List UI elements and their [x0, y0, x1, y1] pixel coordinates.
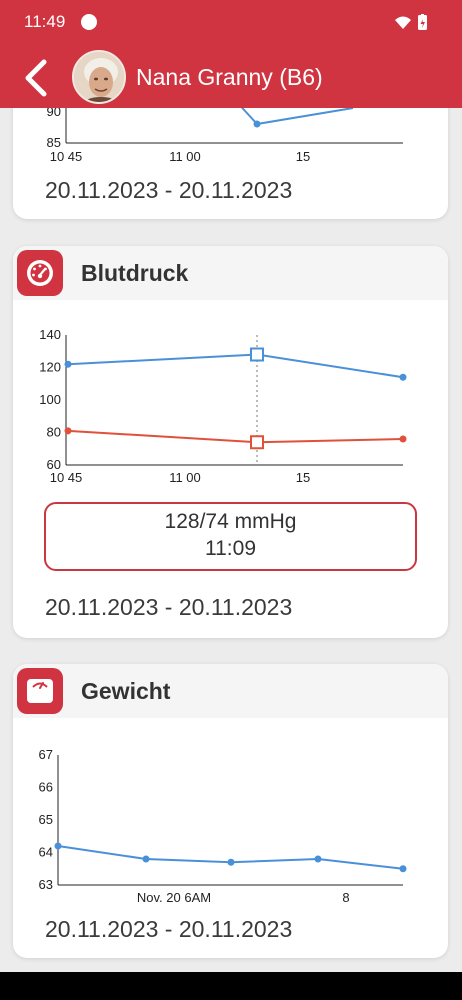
x-tick-label: 10 45	[50, 149, 83, 164]
y-tick-label: 85	[47, 135, 61, 150]
reading-time: 11:09	[205, 537, 256, 560]
avatar[interactable]	[72, 50, 126, 104]
status-time: 11:49	[24, 12, 66, 31]
data-point[interactable]	[142, 855, 150, 863]
y-tick-label: 66	[39, 780, 53, 795]
blood-pressure-card[interactable]: Blutdruck 60 80 100 120 140 10 45 11 00 15 128…	[13, 246, 448, 638]
back-arrow-icon[interactable]	[20, 58, 54, 98]
y-tick-label: 80	[47, 425, 61, 440]
date-range: 20.11.2023 - 20.11.2023	[45, 594, 293, 620]
series-line	[67, 429, 404, 444]
y-tick-label: 120	[39, 360, 61, 375]
series-line	[67, 353, 404, 379]
weight-chart[interactable]: 63 64 65 66 67 Nov. 20 6AM 8	[13, 664, 448, 914]
date-range: 20.11.2023 - 20.11.2023	[45, 916, 293, 942]
x-tick-label: 11 00	[169, 470, 201, 485]
blood-pressure-chart[interactable]: 6080100120140 10 45 11 00 15	[13, 246, 448, 496]
x-tick-label: 11 00	[169, 149, 201, 164]
notification-dot-icon	[81, 14, 97, 30]
x-tick-label: 15	[296, 470, 310, 485]
reading-tooltip: 128/74 mmHg 11:09	[44, 502, 417, 571]
selected-point-marker[interactable]	[250, 347, 264, 362]
date-range: 20.11.2023 - 20.11.2023	[45, 177, 293, 203]
data-point[interactable]	[227, 858, 235, 866]
avatar-face-icon	[74, 52, 124, 102]
y-tick-label: 63	[39, 877, 53, 892]
y-tick-label: 65	[39, 812, 53, 827]
y-tick-label: 100	[39, 392, 61, 407]
data-point[interactable]	[399, 865, 407, 873]
data-point[interactable]	[399, 373, 407, 381]
x-tick-label: 15	[296, 149, 310, 164]
y-tick-label: 140	[39, 327, 61, 342]
selected-point-marker[interactable]	[250, 435, 264, 450]
x-tick-label: 10 45	[50, 470, 83, 485]
reading-value: 128/74 mmHg	[164, 510, 297, 533]
page-title: Nana Granny (B6)	[136, 64, 323, 90]
status-bar: 11:49	[0, 0, 462, 46]
data-point[interactable]	[399, 435, 407, 443]
data-point[interactable]	[54, 842, 62, 850]
wifi-battery-icon	[395, 14, 427, 30]
y-tick-label: 67	[39, 747, 53, 762]
data-point[interactable]	[314, 855, 322, 863]
system-navigation-bar	[0, 972, 462, 1000]
x-tick-label: 8	[342, 890, 349, 905]
y-tick-label: 64	[39, 845, 53, 860]
weight-card[interactable]: Gewicht 63 64 65 66 67 Nov. 20 6AM 8 20.11.20…	[13, 664, 448, 958]
data-point[interactable]	[64, 427, 72, 435]
app-header: 11:49 Nana Granny (B6)	[0, 0, 462, 108]
data-point[interactable]	[253, 120, 261, 128]
data-point[interactable]	[64, 360, 72, 368]
x-tick-label: Nov. 20 6AM	[137, 890, 211, 905]
